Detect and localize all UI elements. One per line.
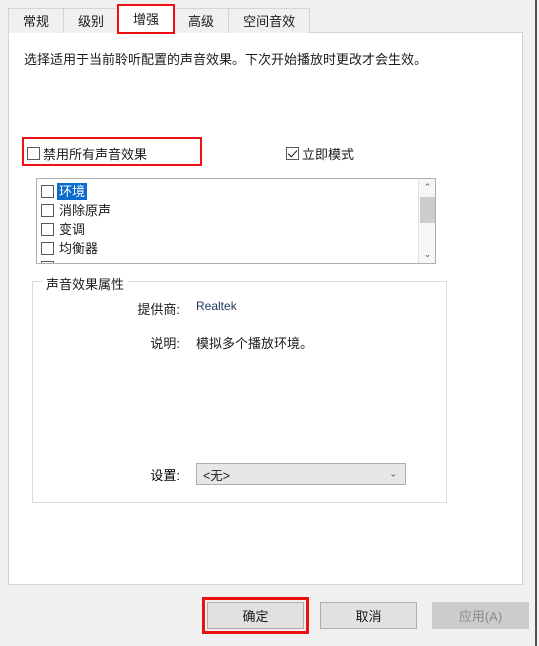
settings-dropdown-value: <无> [203,468,231,483]
effects-list-items: 环境 消除原声 变调 均衡器 [37,179,418,263]
checkbox-icon[interactable] [41,261,54,263]
tab-advanced[interactable]: 高级 [173,8,230,33]
checkbox-icon[interactable] [41,242,54,255]
tab-levels-label: 级别 [78,14,105,29]
effect-description-label: 说明: [150,336,180,351]
tab-advanced-label: 高级 [188,14,215,29]
disable-all-effects-label: 禁用所有声音效果 [43,147,148,162]
list-item-label: 环境 [57,183,88,200]
list-item-label: 消除原声 [59,203,112,218]
tab-general[interactable]: 常规 [8,8,65,33]
settings-label: 设置: [150,467,180,483]
cancel-button-label: 取消 [355,609,382,624]
disable-all-effects-checkbox-row[interactable]: 禁用所有声音效果 [27,144,147,163]
apply-button-label: 应用(A) [458,609,503,624]
checkbox-icon[interactable] [27,147,40,160]
tab-enhancements-label: 增强 [133,12,160,27]
tab-general-label: 常规 [23,14,50,29]
effect-description-row: 说明: 模拟多个播放环境。 [104,333,313,352]
list-item-partial[interactable] [41,258,418,263]
cancel-button[interactable]: 取消 [320,602,417,629]
apply-button: 应用(A) [432,602,529,629]
ok-button-label: 确定 [242,609,269,624]
effect-description-value: 模拟多个播放环境。 [196,336,314,351]
vendor-row: 提供商: Realtek [104,299,237,318]
tab-content-panel: 选择适用于当前聆听配置的声音效果。下次开始播放时更改才会生效。 禁用所有声音效果… [8,32,523,585]
vendor-label: 提供商: [137,302,180,317]
tab-levels[interactable]: 级别 [63,8,120,33]
checkbox-icon[interactable] [41,204,54,217]
list-item[interactable]: 环境 [41,182,418,201]
chevron-down-icon[interactable]: ⌄ [389,469,397,480]
vendor-value: Realtek [196,299,237,313]
dialog-footer: 确定 取消 应用(A) [0,586,535,646]
list-scrollbar[interactable]: ⌃ ⌄ [418,179,435,263]
list-item[interactable]: 均衡器 [41,239,418,258]
tab-spatial-audio-label: 空间音效 [243,14,296,29]
list-item-label: 变调 [59,222,86,237]
panel-description: 选择适用于当前聆听配置的声音效果。下次开始播放时更改才会生效。 [24,52,428,67]
sound-properties-dialog: 常规 级别 增强 高级 空间音效 选择适用于当前聆听配置的声音效果。下次开始播放… [0,0,537,646]
effects-list-box[interactable]: 环境 消除原声 变调 均衡器 ⌃ ⌄ [36,178,436,264]
list-item[interactable]: 消除原声 [41,201,418,220]
scroll-up-icon[interactable]: ⌃ [419,179,435,196]
settings-dropdown[interactable]: <无> ⌄ [196,463,406,485]
checkbox-checked-icon[interactable] [286,147,299,160]
checkbox-icon[interactable] [41,185,54,198]
immediate-mode-label: 立即模式 [302,147,355,162]
immediate-mode-checkbox-row[interactable]: 立即模式 [286,144,354,163]
scroll-down-icon[interactable]: ⌄ [419,246,435,263]
settings-row: 设置: <无> ⌄ [104,463,406,485]
list-item-label: 均衡器 [59,241,99,256]
checkbox-icon[interactable] [41,223,54,236]
tab-strip: 常规 级别 增强 高级 空间音效 [8,4,311,34]
tab-enhancements[interactable]: 增强 [117,4,176,34]
effect-properties-title: 声音效果属性 [42,274,129,293]
scrollbar-thumb[interactable] [420,197,435,223]
list-item[interactable]: 变调 [41,220,418,239]
tab-spatial-audio[interactable]: 空间音效 [228,8,311,33]
ok-button[interactable]: 确定 [207,602,304,629]
